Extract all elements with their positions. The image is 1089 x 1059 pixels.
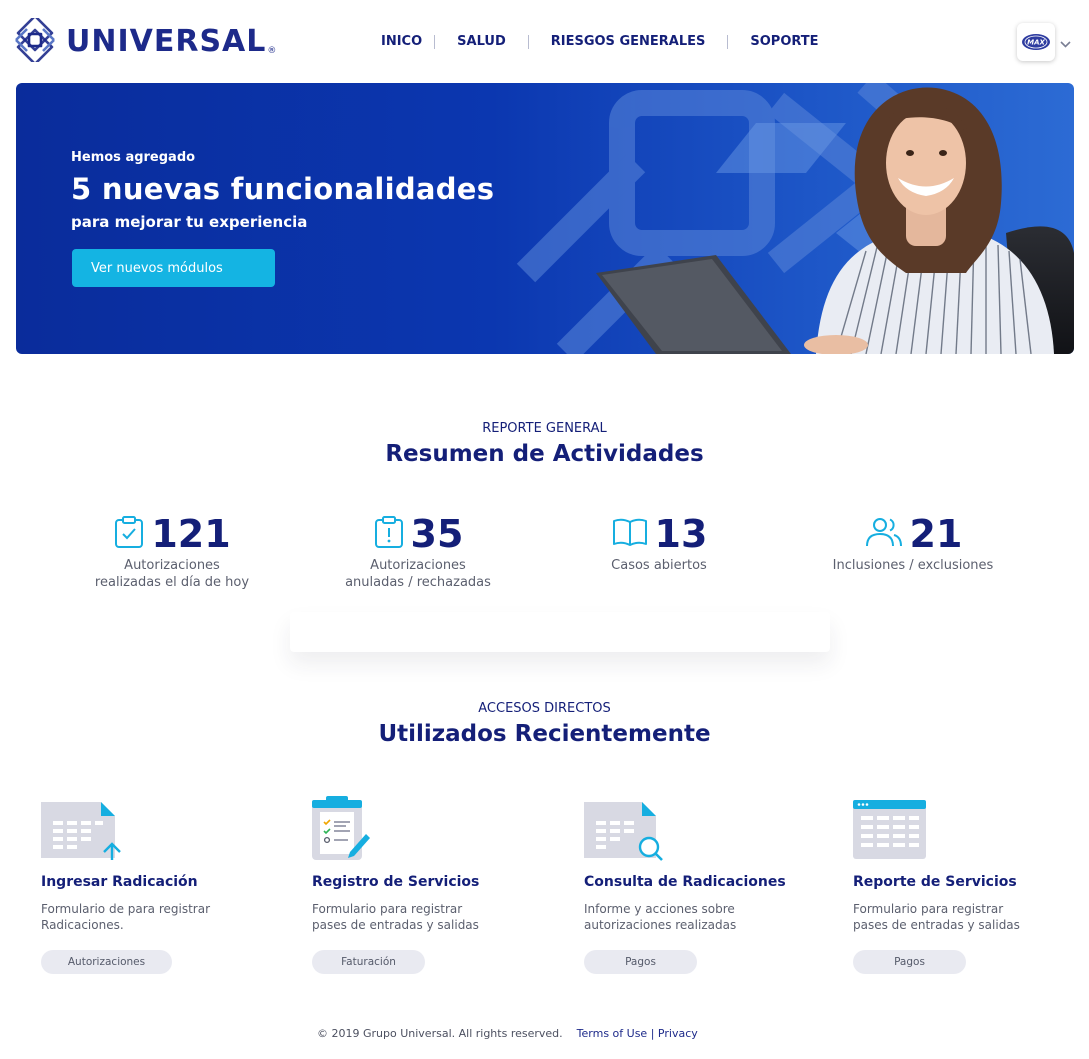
user-avatar-button[interactable]: MAX [1017,23,1055,61]
summary-kicker: REPORTE GENERAL [482,421,607,436]
stat-value: 13 [654,512,708,556]
registered-mark: ® [267,46,277,56]
shortcuts-title: Utilizados Recientemente [378,721,711,747]
stat-authorizations-today: 121 Autorizaciones realizadas el día de … [72,511,272,591]
copyright-text: © 2019 Grupo Universal. All rights reser… [317,1027,563,1040]
brand-name: UNIVERSAL [66,24,267,59]
shortcut-card-reporte-servicios[interactable]: Reporte de Servicios Formulario para reg… [853,796,1089,974]
summary-title: Resumen de Actividades [385,441,704,467]
footer-separator: | [650,1027,655,1040]
stat-open-cases: 13 Casos abiertos [569,511,749,574]
view-new-modules-button[interactable]: Ver nuevos módulos [72,249,275,287]
open-book-icon [611,516,649,552]
hero-subtitle: para mejorar tu experiencia [71,213,308,231]
hero-kicker: Hemos agregado [71,150,196,165]
card-description: Formulario para registrar pases de entra… [853,902,1020,932]
card-title: Reporte de Servicios [853,874,1017,890]
card-tag[interactable]: Pagos [853,950,966,974]
card-title: Consulta de Radicaciones [584,874,786,890]
shortcut-card-registro-servicios[interactable]: Registro de Servicios Formulario para re… [312,796,552,974]
spreadsheet-window-icon [853,796,1089,862]
privacy-link[interactable]: Privacy [658,1027,698,1040]
shortcuts-kicker: ACCESOS DIRECTOS [478,701,611,716]
nav-item-inicio[interactable]: INICO [368,33,434,51]
card-title: Ingresar Radicación [41,874,198,890]
stat-authorizations-cancelled: 35 Autorizaciones anuladas / rechazadas [318,511,518,591]
card-tag[interactable]: Faturación [312,950,425,974]
stat-value: 35 [410,512,464,556]
shortcut-card-consulta-radicaciones[interactable]: Consulta de Radicaciones Informe y accio… [584,796,824,974]
avatar: MAX [1022,34,1050,50]
page-footer: © 2019 Grupo Universal. All rights reser… [317,1027,698,1040]
top-header: UNIVERSAL ® INICO SALUD RIESGOS GENERALE… [0,0,1089,82]
logo-mark-icon [12,14,58,66]
shortcut-card-ingresar-radicacion[interactable]: Ingresar Radicación Formulario de para r… [41,796,281,974]
stat-value: 21 [909,512,963,556]
users-icon [864,515,904,553]
clipboard-alert-icon [373,515,405,553]
stat-value: 121 [151,512,231,556]
nav-item-riesgos-generales[interactable]: RIESGOS GENERALES [529,33,728,51]
terms-link[interactable]: Terms of Use [577,1027,648,1040]
clipboard-check-icon [113,515,145,553]
stat-label: Autorizaciones realizadas el día de hoy [94,558,250,590]
stats-panel-shadow [290,612,830,652]
card-tag[interactable]: Pagos [584,950,697,974]
stat-label: Autorizaciones anuladas / rechazadas [345,558,491,590]
document-upload-icon [41,796,281,862]
nav-item-soporte[interactable]: SOPORTE [728,33,840,51]
hero-title: 5 nuevas funcionalidades [71,172,495,206]
brand-logo[interactable]: UNIVERSAL ® [12,14,277,66]
user-badge-text: MAX [1027,39,1045,47]
stat-inclusions: 21 Inclusiones / exclusiones [813,511,1013,574]
main-nav: INICO SALUD RIESGOS GENERALES SOPORTE [368,33,841,51]
document-search-icon [584,796,824,862]
clipboard-checklist-icon [312,796,552,862]
card-tag[interactable]: Autorizaciones [41,950,172,974]
card-description: Informe y acciones sobre autorizaciones … [584,902,737,932]
chevron-down-icon[interactable] [1059,34,1072,53]
hero-banner: Hemos agregado 5 nuevas funcionalidades … [16,83,1074,354]
card-title: Registro de Servicios [312,874,480,890]
hero-illustration [516,83,1074,354]
nav-item-salud[interactable]: SALUD [435,33,528,51]
card-description: Formulario de para registrar Radicacione… [41,902,211,932]
stat-label: Casos abiertos [611,558,707,573]
card-description: Formulario para registrar pases de entra… [312,902,479,932]
stat-label: Inclusiones / exclusiones [832,558,994,573]
